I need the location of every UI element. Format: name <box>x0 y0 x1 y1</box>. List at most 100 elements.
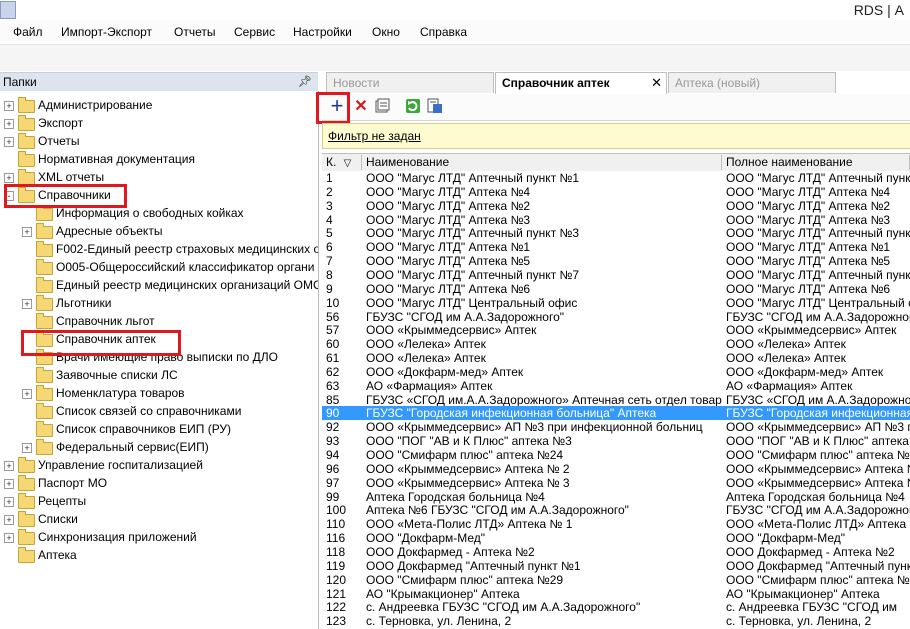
table-row-94[interactable]: 94 ООО "Смифарм плюс" аптека №24 ООО "Смиф… <box>322 448 910 462</box>
expander-icon[interactable]: + <box>22 227 32 237</box>
cell-code: 100 <box>326 503 347 518</box>
cell-code: 110 <box>326 517 346 532</box>
table-row-121[interactable]: 121 АО "Крымакционер" Аптека АО "Крымакцио… <box>322 587 910 601</box>
refresh-icon[interactable] <box>404 98 422 116</box>
menu-settings[interactable]: Настройки <box>293 25 352 39</box>
expander-icon[interactable]: + <box>4 497 14 507</box>
table-row-100[interactable]: 100 Аптека №6 ГБУЗС "СГОД им А.А.Задорожн… <box>322 503 910 517</box>
menu-file[interactable]: Файл <box>13 25 43 39</box>
folder-tree[interactable]: + Администрирование + Экспорт + Отчеты Нормати… <box>0 91 319 629</box>
pharmacy-table[interactable]: 1 ООО "Магус ЛТД" Аптечный пункт №1 ООО "М… <box>322 171 910 629</box>
tree-item-label: Администрирование <box>38 98 153 112</box>
tree-item[interactable]: + Отчеты <box>4 133 314 151</box>
table-row-122[interactable]: 122 с. Андреевка ГБУЗС "СГОД им А.А.Задор… <box>322 600 910 614</box>
pin-icon[interactable]: 📌︎ <box>298 75 312 88</box>
tree-item[interactable]: Нормативная документация <box>4 151 314 169</box>
cell-code: 8 <box>326 267 333 282</box>
tab-pharmacy-handbook[interactable]: Справочник аптек ✕ <box>495 72 667 94</box>
expander-icon[interactable]: + <box>4 137 14 147</box>
table-row-5[interactable]: 5 ООО "Магус ЛТД" Аптечный пункт №3 ООО "М… <box>322 226 910 240</box>
expander-icon[interactable]: + <box>4 479 14 489</box>
table-row-90[interactable]: 90 ГБУЗС "Городская инфекционная больница… <box>322 406 910 421</box>
menu-reports[interactable]: Отчеты <box>174 25 215 39</box>
expander-icon[interactable]: + <box>4 119 14 129</box>
table-row-3[interactable]: 3 ООО "Магус ЛТД" Аптека №2 ООО "Магус ЛТД… <box>322 199 910 213</box>
tab-pharmacy-new[interactable]: Аптека (новый) <box>668 72 836 93</box>
menu-help[interactable]: Справка <box>420 25 467 39</box>
tree-item[interactable]: + Рецепты <box>4 493 314 511</box>
expander-icon[interactable]: + <box>4 461 14 471</box>
table-row-96[interactable]: 96 ООО «Крыммедсервис» Аптека № 2 ООО «Кры… <box>322 462 910 476</box>
table-row-63[interactable]: 63 АО «Фармация» Аптек АО «Фармация» Аптек <box>322 379 910 393</box>
tree-item[interactable]: Единый реестр медицинских организаций ОМ… <box>22 277 318 295</box>
expander-icon[interactable]: + <box>4 101 14 111</box>
export-icon[interactable] <box>426 98 444 116</box>
table-row-110[interactable]: 110 ООО «Мета-Полис ЛТД» Аптека № 1 ООО «М… <box>322 517 910 531</box>
tree-item[interactable]: Список справочников ЕИП (РУ) <box>22 421 314 439</box>
table-row-10[interactable]: 10 ООО "Магус ЛТД" Центральный офис ООО "М… <box>322 296 910 310</box>
cell-name: ООО "Магус ЛТД" Аптека №1 <box>366 240 531 255</box>
cell-fullname: ООО «Лелека» Аптек <box>726 337 846 352</box>
expander-icon[interactable]: + <box>22 389 32 399</box>
tree-item[interactable]: + Номенклатура товаров <box>22 385 314 403</box>
tree-item[interactable]: O005-Общероссийский классификатор органи <box>22 259 315 277</box>
table-row-2[interactable]: 2 ООО "Магус ЛТД" Аптека №4 ООО "Магус ЛТД… <box>322 185 910 199</box>
tree-item-label: Списки <box>38 512 78 526</box>
tree-item[interactable]: + Федеральный сервис(ЕИП) <box>22 439 314 457</box>
table-row-116[interactable]: 116 ООО "Докфарм-Мед" ООО "Докфарм-Мед" <box>322 531 910 545</box>
expander-icon[interactable]: + <box>22 443 32 453</box>
properties-icon[interactable] <box>374 98 392 116</box>
tree-item[interactable]: Аптека <box>4 547 314 565</box>
table-row-9[interactable]: 9 ООО "Магус ЛТД" Аптека №6 ООО "Магус ЛТД… <box>322 282 910 296</box>
table-row-4[interactable]: 4 ООО "Магус ЛТД" Аптека №3 ООО "Магус ЛТД… <box>322 213 910 227</box>
table-row-92[interactable]: 92 ООО «Крыммедсервис» АП №3 при инфекцио… <box>322 420 910 434</box>
tree-item[interactable]: Справочник льгот <box>22 313 314 331</box>
expander-icon[interactable]: + <box>4 533 14 543</box>
tree-item[interactable]: + Льготники <box>22 295 314 313</box>
cell-fullname: ООО «Докфарм-мед» Аптек <box>726 364 884 379</box>
menu-window[interactable]: Окно <box>372 25 400 39</box>
expander-icon[interactable]: + <box>22 299 32 309</box>
menu-service[interactable]: Сервис <box>234 25 275 39</box>
tree-item[interactable]: Список связей со справочниками <box>22 403 314 421</box>
table-row-118[interactable]: 118 ООО Докфармед - Аптека №2 ООО Докфарме… <box>322 545 910 559</box>
table-row-60[interactable]: 60 ООО «Лелека» Аптек ООО «Лелека» Аптек <box>322 337 910 351</box>
tree-item[interactable]: + Адресные объекты <box>22 223 314 241</box>
table-row-123[interactable]: 123 с. Терновка, ул. Ленина, 2 с. Терновка… <box>322 614 910 628</box>
table-row-1[interactable]: 1 ООО "Магус ЛТД" Аптечный пункт №1 ООО "М… <box>322 171 910 185</box>
table-row-61[interactable]: 61 ООО «Лелека» Аптек ООО «Лелека» Аптек <box>322 351 910 365</box>
tree-item[interactable]: Заявочные списки ЛС <box>22 367 314 385</box>
cell-code: 62 <box>326 364 340 379</box>
delete-icon[interactable]: ✕ <box>352 98 370 116</box>
table-row-97[interactable]: 97 ООО «Крыммедсервис» Аптека № 3 ООО «Кры… <box>322 476 910 490</box>
table-row-8[interactable]: 8 ООО "Магус ЛТД" Аптечный пункт №7 ООО "М… <box>322 268 910 282</box>
tree-item[interactable]: + Паспорт МО <box>4 475 314 493</box>
column-header-code[interactable]: К. ▽ <box>322 155 362 170</box>
table-row-62[interactable]: 62 ООО «Докфарм-мед» Аптек ООО «Докфарм-ме… <box>322 365 910 379</box>
tree-item[interactable]: + Экспорт <box>4 115 314 133</box>
table-row-57[interactable]: 57 ООО «Крыммедсервис» Аптек ООО «Крыммедс… <box>322 323 910 337</box>
tree-item[interactable]: + Управление госпитализацией <box>4 457 314 475</box>
table-row-6[interactable]: 6 ООО "Магус ЛТД" Аптека №1 ООО "Магус ЛТД… <box>322 240 910 254</box>
filter-link[interactable]: Фильтр не задан <box>328 129 421 143</box>
tab-news[interactable]: Новости <box>326 72 494 93</box>
table-row-120[interactable]: 120 ООО "Смифарм плюс" аптека №29 ООО "Сми… <box>322 573 910 587</box>
table-row-7[interactable]: 7 ООО "Магус ЛТД" Аптека №5 ООО "Магус ЛТД… <box>322 254 910 268</box>
table-row-99[interactable]: 99 Аптека Городская больница №4 Аптека Гор… <box>322 490 910 504</box>
tree-item[interactable]: F002-Единый реестр страховых медицинских… <box>22 241 318 259</box>
menu-import-export[interactable]: Импорт-Экспорт <box>61 25 152 39</box>
expander-icon[interactable]: + <box>4 173 14 183</box>
tree-item[interactable]: + Синхронизация приложений <box>4 529 314 547</box>
column-header-name[interactable]: Наименование <box>362 155 722 170</box>
table-row-85[interactable]: 85 ГБУЗС «СГОД им.А.А.Задорожного» Аптечн… <box>322 393 910 407</box>
column-header-fullname[interactable]: Полное наименование <box>722 155 910 170</box>
tree-item[interactable]: + Списки <box>4 511 314 529</box>
tree-item[interactable]: + Администрирование <box>4 97 314 115</box>
table-row-119[interactable]: 119 ООО Докфармед "Аптечный пункт №1 ООО Д… <box>322 559 910 573</box>
table-row-93[interactable]: 93 ООО "ПОГ "АВ и К Плюс" аптека №3 ООО "П… <box>322 434 910 448</box>
expander-icon[interactable]: + <box>4 515 14 525</box>
table-row-56[interactable]: 56 ГБУЗС "СГОД им А.А.Задорожного" ГБУЗС "… <box>322 310 910 324</box>
close-tab-icon[interactable]: ✕ <box>651 75 662 91</box>
tree-item-label: Список связей со справочниками <box>56 404 242 418</box>
cell-code: 118 <box>326 544 346 559</box>
